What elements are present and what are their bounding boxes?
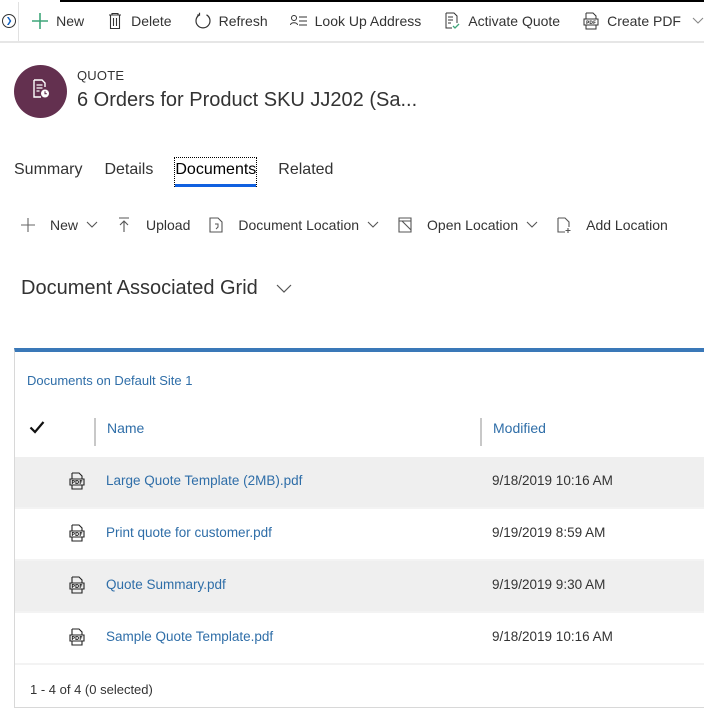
activate-quote-button[interactable]: Activate Quote (432, 0, 571, 41)
document-modified: 9/18/2019 10:16 AM (492, 473, 613, 488)
open-location-label: Open Location (427, 217, 519, 233)
add-location-label: Add Location (586, 217, 668, 233)
table-row[interactable]: PDF Print quote for customer.pdf 9/19/20… (15, 509, 704, 559)
upload-icon (116, 217, 132, 233)
documents-command-bar: New Upload Document Location Open Locati… (20, 212, 686, 238)
delete-button[interactable]: Delete (95, 0, 182, 41)
pdf-file-icon: PDF (68, 524, 86, 542)
chevron-down-icon (367, 221, 379, 229)
entity-type-label: QUOTE (77, 68, 125, 83)
open-location-button[interactable]: Open Location (397, 217, 538, 233)
top-border (60, 0, 704, 2)
plus-icon (31, 12, 49, 30)
svg-text:PDF: PDF (71, 584, 82, 590)
checkmark-icon (29, 420, 45, 439)
document-location-icon (208, 217, 224, 233)
add-location-button[interactable]: Add Location (556, 217, 668, 233)
quote-icon (32, 79, 50, 104)
svg-text:PDF: PDF (71, 532, 82, 538)
record-title: 6 Orders for Product SKU JJ202 (Sa... (77, 89, 418, 111)
create-pdf-label: Create PDF (607, 12, 681, 29)
entity-avatar (14, 65, 67, 118)
row-divider (15, 663, 704, 665)
document-modified: 9/19/2019 9:30 AM (492, 577, 606, 592)
chevron-down-icon (276, 284, 292, 294)
document-location-button[interactable]: Document Location (208, 217, 379, 233)
plus-icon (20, 217, 36, 233)
refresh-icon (194, 12, 212, 30)
document-location-label: Document Location (238, 217, 360, 233)
new-document-label: New (50, 217, 79, 233)
refresh-button[interactable]: Refresh (183, 0, 279, 41)
tab-details[interactable]: Details (104, 158, 153, 186)
document-name-link[interactable]: Sample Quote Template.pdf (106, 629, 273, 644)
look-up-address-label: Look Up Address (314, 12, 422, 29)
trash-icon (106, 12, 124, 30)
svg-text:PDF: PDF (71, 636, 82, 642)
column-resize-handle[interactable] (94, 418, 96, 446)
column-resize-handle[interactable] (480, 418, 482, 446)
add-location-icon (556, 217, 572, 233)
tab-documents[interactable]: Documents (174, 157, 258, 187)
record-count: 1 - 4 of 4 (0 selected) (30, 682, 153, 697)
table-row[interactable]: PDF Sample Quote Template.pdf 9/18/2019 … (15, 613, 704, 663)
pdf-file-icon: PDF (68, 576, 86, 594)
open-location-icon (397, 217, 413, 233)
lookup-address-icon (289, 12, 308, 30)
document-name-link[interactable]: Large Quote Template (2MB).pdf (106, 473, 302, 488)
tab-list: Summary Details Documents Related (14, 157, 355, 188)
delete-button-label: Delete (131, 12, 172, 29)
documents-grid: Documents on Default Site 1 Name Modifie… (14, 348, 704, 708)
pdf-file-icon: PDF (68, 628, 86, 646)
chevron-down-icon (692, 14, 704, 28)
more-commands-button[interactable] (692, 0, 704, 41)
activate-quote-icon (443, 12, 461, 30)
column-header-modified[interactable]: Modified (493, 420, 546, 436)
documents-site-link[interactable]: Documents on Default Site 1 (27, 373, 192, 388)
document-modified: 9/19/2019 8:59 AM (492, 525, 606, 540)
chevron-right-circle-icon: ❯ (2, 13, 17, 28)
chevron-down-icon (86, 221, 98, 229)
document-name-link[interactable]: Print quote for customer.pdf (106, 525, 272, 540)
upload-label: Upload (146, 217, 191, 233)
grid-header: Name Modified (15, 414, 704, 446)
new-button-label: New (56, 12, 85, 29)
command-bar: ❯ New Delete Refresh Look Up Address Act… (0, 0, 704, 43)
document-modified: 9/18/2019 10:16 AM (492, 629, 613, 644)
tab-related[interactable]: Related (278, 158, 333, 186)
column-header-name[interactable]: Name (107, 420, 144, 436)
create-pdf-button[interactable]: PDF Create PDF (571, 0, 692, 41)
table-row[interactable]: PDF Quote Summary.pdf 9/19/2019 9:30 AM (15, 561, 704, 611)
view-selector[interactable]: Document Associated Grid (21, 277, 292, 300)
nav-toggle-button[interactable]: ❯ (0, 0, 20, 41)
tab-summary[interactable]: Summary (14, 158, 82, 186)
pdf-icon: PDF (582, 12, 600, 30)
view-selector-label: Document Associated Grid (21, 277, 258, 299)
table-row[interactable]: PDF Large Quote Template (2MB).pdf 9/18/… (15, 457, 704, 507)
activate-quote-label: Activate Quote (468, 12, 561, 29)
document-name-link[interactable]: Quote Summary.pdf (106, 577, 226, 592)
pdf-file-icon: PDF (68, 472, 86, 490)
new-document-button[interactable]: New (20, 217, 98, 233)
chevron-down-icon (526, 221, 538, 229)
svg-text:PDF: PDF (586, 20, 596, 26)
refresh-button-label: Refresh (218, 12, 268, 29)
upload-button[interactable]: Upload (116, 217, 190, 233)
svg-text:PDF: PDF (71, 480, 82, 486)
new-button[interactable]: New (19, 0, 95, 41)
select-all-checkbox[interactable] (28, 420, 46, 438)
look-up-address-button[interactable]: Look Up Address (279, 0, 433, 41)
